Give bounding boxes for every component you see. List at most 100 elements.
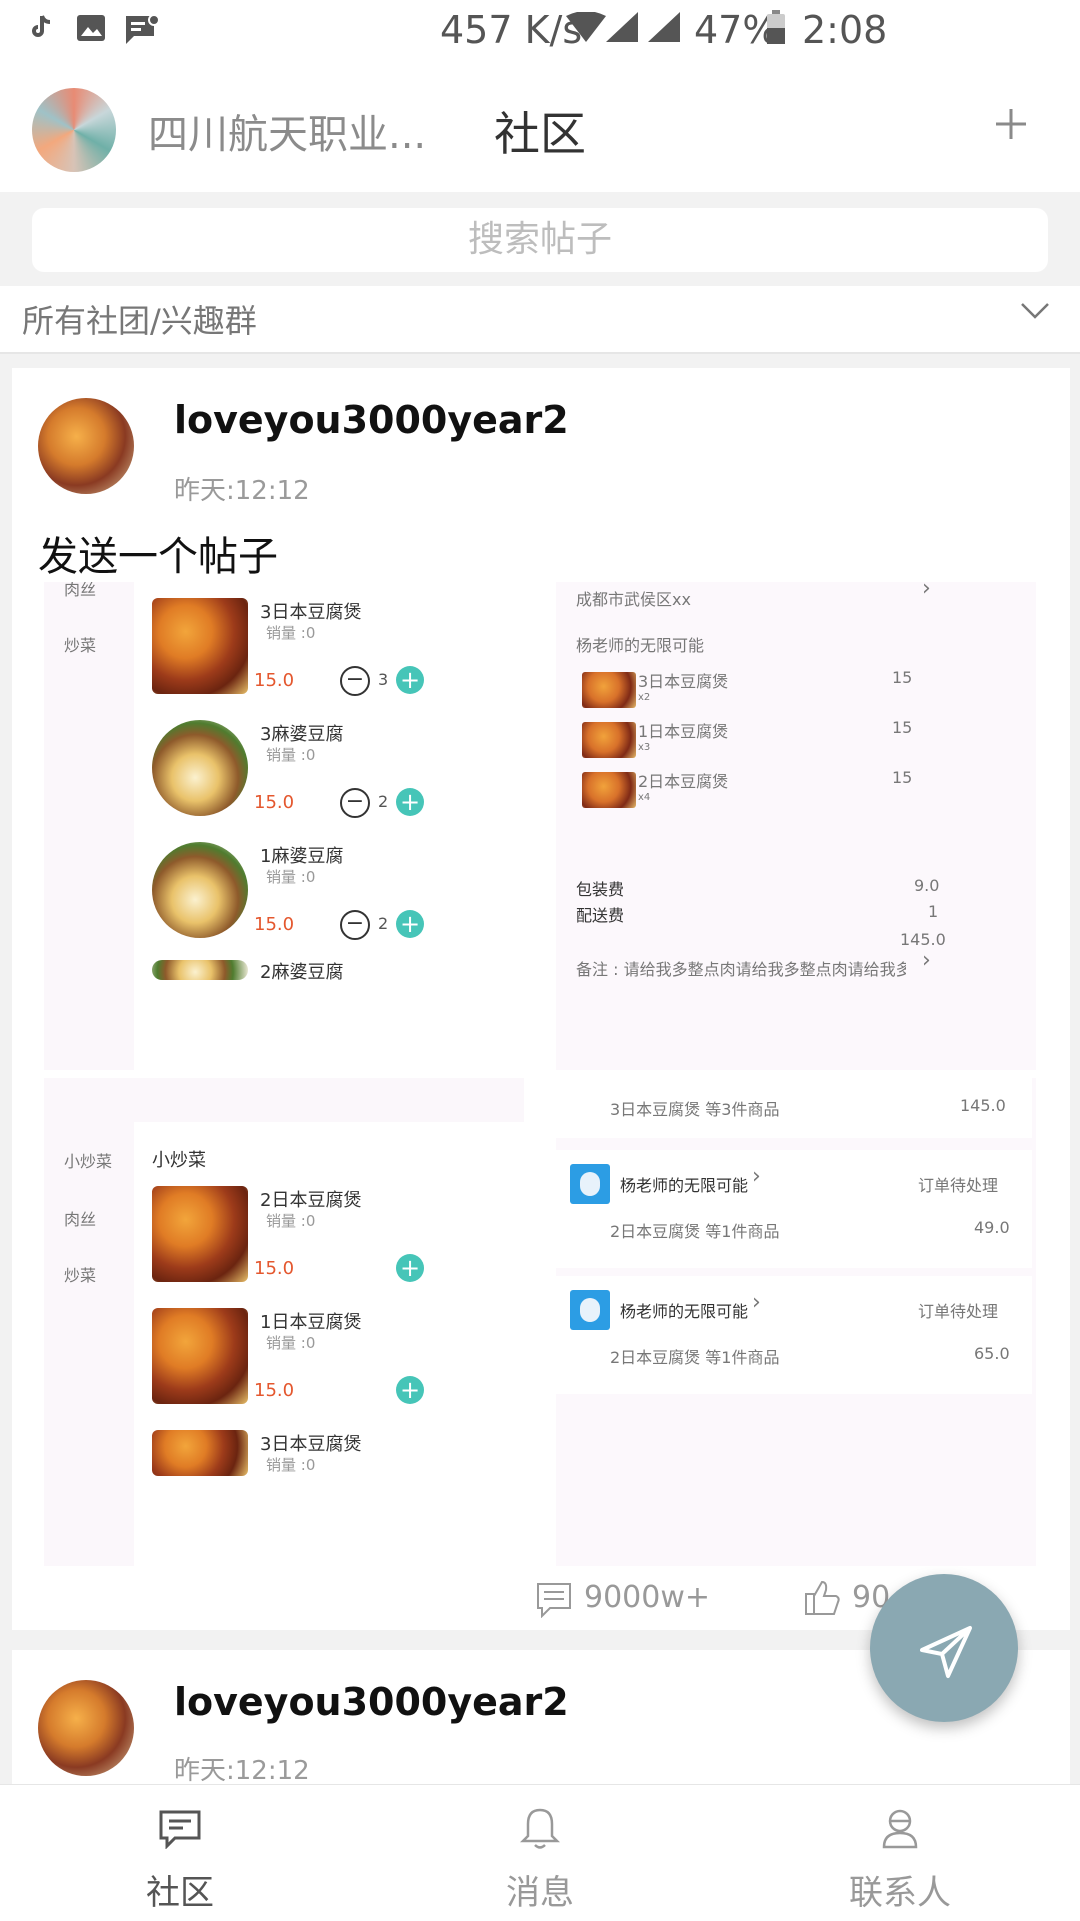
bottom-navigation: 社区 消息 联系人 — [0, 1784, 1080, 1921]
order-shop-name: 杨老师的无限可能 — [620, 1302, 749, 1321]
food-qty: 3 — [378, 670, 389, 689]
like-icon[interactable] — [804, 1578, 842, 1620]
delivery-fee-value: 1 — [928, 902, 939, 921]
line-item-count: x2 — [638, 692, 651, 703]
post-author-name[interactable]: loveyou3000year2 — [174, 398, 569, 442]
order-card: 3日本豆腐煲 等3件商品 145.0 — [556, 1078, 1032, 1138]
packing-fee-value: 9.0 — [914, 876, 940, 895]
section-title: 小炒菜 — [152, 1150, 206, 1171]
food-sales: 销量 :0 — [266, 1334, 316, 1352]
food-sales: 销量 :0 — [266, 1212, 316, 1230]
group-filter-dropdown[interactable]: 所有社团/兴趣群 — [0, 286, 1080, 354]
food-image — [152, 960, 248, 980]
shop-avatar-icon — [570, 1164, 610, 1204]
send-post-button[interactable] — [870, 1574, 1018, 1722]
line-item-price: 15 — [892, 718, 913, 737]
food-sales: 销量 :0 — [266, 746, 316, 764]
post-time: 昨天:12:12 — [174, 476, 310, 506]
image-order-list-panel: 3日本豆腐煲 等3件商品 145.0 杨老师的无限可能 › 订单待处理 2日本豆… — [556, 1078, 1036, 1566]
order-total: 145.0 — [900, 930, 946, 949]
category-label: 肉丝 — [64, 1210, 97, 1229]
image-menu-panel-top: 肉丝 炒菜 3日本豆腐煲 销量 :0 15.0 − 3 + 3麻婆豆腐 销量 :… — [44, 582, 536, 1070]
minus-icon: − — [340, 910, 370, 940]
food-qty: 2 — [378, 914, 389, 933]
nav-community[interactable]: 社区 — [60, 1785, 300, 1921]
plus-circle-icon: + — [396, 1376, 424, 1404]
post-time: 昨天:12:12 — [174, 1756, 310, 1784]
comment-icon[interactable] — [536, 1582, 572, 1622]
food-image — [152, 1430, 248, 1476]
post-author-name[interactable]: loveyou3000year2 — [174, 1680, 569, 1724]
order-summary: 2日本豆腐煲 等1件商品 — [610, 1348, 780, 1367]
plus-circle-icon: + — [396, 1254, 424, 1282]
line-item-name: 3日本豆腐煲 — [638, 672, 729, 691]
chevron-down-icon — [1020, 302, 1050, 324]
food-price: 15.0 — [254, 1380, 295, 1401]
network-speed: 457 K/s — [440, 8, 583, 52]
food-sales: 销量 :0 — [266, 868, 316, 886]
plus-icon — [996, 109, 1026, 139]
battery-icon — [766, 10, 786, 48]
order-summary: 2日本豆腐煲 等1件商品 — [610, 1222, 780, 1241]
plus-circle-icon: + — [396, 910, 424, 938]
nav-messages[interactable]: 消息 — [420, 1785, 660, 1921]
add-post-button[interactable] — [994, 90, 1028, 155]
food-thumbnail — [582, 722, 636, 758]
order-card: 杨老师的无限可能 › 订单待处理 2日本豆腐煲 等1件商品 65.0 — [556, 1276, 1032, 1394]
category-label: 炒菜 — [64, 636, 97, 655]
post-author-avatar[interactable] — [38, 1680, 134, 1776]
search-bar-container: 搜索帖子 — [0, 192, 1080, 286]
food-image — [152, 598, 248, 694]
community-icon — [159, 1810, 201, 1850]
plus-circle-icon: + — [396, 788, 424, 816]
search-input[interactable]: 搜索帖子 — [32, 208, 1048, 272]
food-name: 1麻婆豆腐 — [260, 846, 344, 867]
category-label: 炒菜 — [64, 1266, 97, 1285]
order-note: 备注 : 请给我多整点肉请给我多整点肉请给我多整点肉 — [576, 960, 906, 979]
shop-avatar-icon — [570, 1290, 610, 1330]
food-thumbnail — [582, 772, 636, 808]
address-text: 成都市武侯区xx — [576, 590, 691, 609]
order-status: 订单待处理 — [918, 1176, 999, 1195]
comment-count[interactable]: 9000w+ — [584, 1580, 710, 1615]
order-card: 杨老师的无限可能 › 订单待处理 2日本豆腐煲 等1件商品 49.0 — [556, 1150, 1032, 1268]
nav-contacts[interactable]: 联系人 — [780, 1785, 1020, 1921]
send-icon — [920, 1626, 972, 1678]
line-item-price: 15 — [892, 668, 913, 687]
category-label: 小炒菜 — [64, 1152, 113, 1171]
food-image — [152, 1186, 248, 1282]
order-status: 订单待处理 — [918, 1302, 999, 1321]
signal-icon-2 — [648, 12, 680, 46]
line-item-count: x3 — [638, 742, 651, 753]
image-menu-panel-bottom: 小炒菜 小炒菜 肉丝 炒菜 2日本豆腐煲 销量 :0 15.0 + 1日本豆腐煲… — [44, 1078, 536, 1566]
food-name: 2麻婆豆腐 — [260, 962, 344, 983]
food-price: 15.0 — [254, 914, 295, 935]
line-item-name: 1日本豆腐煲 — [638, 722, 729, 741]
food-image — [152, 1308, 248, 1404]
food-qty: 2 — [378, 792, 389, 811]
food-price: 15.0 — [254, 1258, 295, 1279]
post-author-avatar[interactable] — [38, 398, 134, 494]
divider — [54, 1078, 524, 1122]
post-image[interactable]: 肉丝 炒菜 3日本豆腐煲 销量 :0 15.0 − 3 + 3麻婆豆腐 销量 :… — [44, 582, 1036, 1566]
line-item-count: x4 — [638, 792, 651, 803]
food-name: 3麻婆豆腐 — [260, 724, 344, 745]
packing-fee-label: 包装费 — [576, 880, 625, 899]
message-notification-icon — [124, 14, 160, 50]
chevron-right-icon: › — [922, 582, 931, 601]
shop-name: 杨老师的无限可能 — [576, 636, 705, 655]
wifi-icon — [566, 11, 606, 46]
nav-label: 联系人 — [849, 1873, 951, 1913]
food-name: 1日本豆腐煲 — [260, 1312, 362, 1333]
group-filter-label: 所有社团/兴趣群 — [22, 302, 257, 340]
order-summary: 3日本豆腐煲 等3件商品 — [610, 1100, 780, 1119]
food-image — [152, 842, 248, 938]
chevron-right-icon: › — [752, 1290, 761, 1315]
post-text: 发送一个帖子 — [38, 534, 278, 580]
food-thumbnail — [582, 672, 636, 708]
image-order-detail-panel: 成都市武侯区xx › 杨老师的无限可能 3日本豆腐煲 x2 15 1日本豆腐煲 … — [556, 582, 1036, 1070]
page-title: 社区 — [494, 107, 586, 161]
chevron-right-icon: › — [752, 1164, 761, 1189]
clock: 2:08 — [802, 8, 888, 52]
order-amount: 49.0 — [974, 1218, 1010, 1237]
